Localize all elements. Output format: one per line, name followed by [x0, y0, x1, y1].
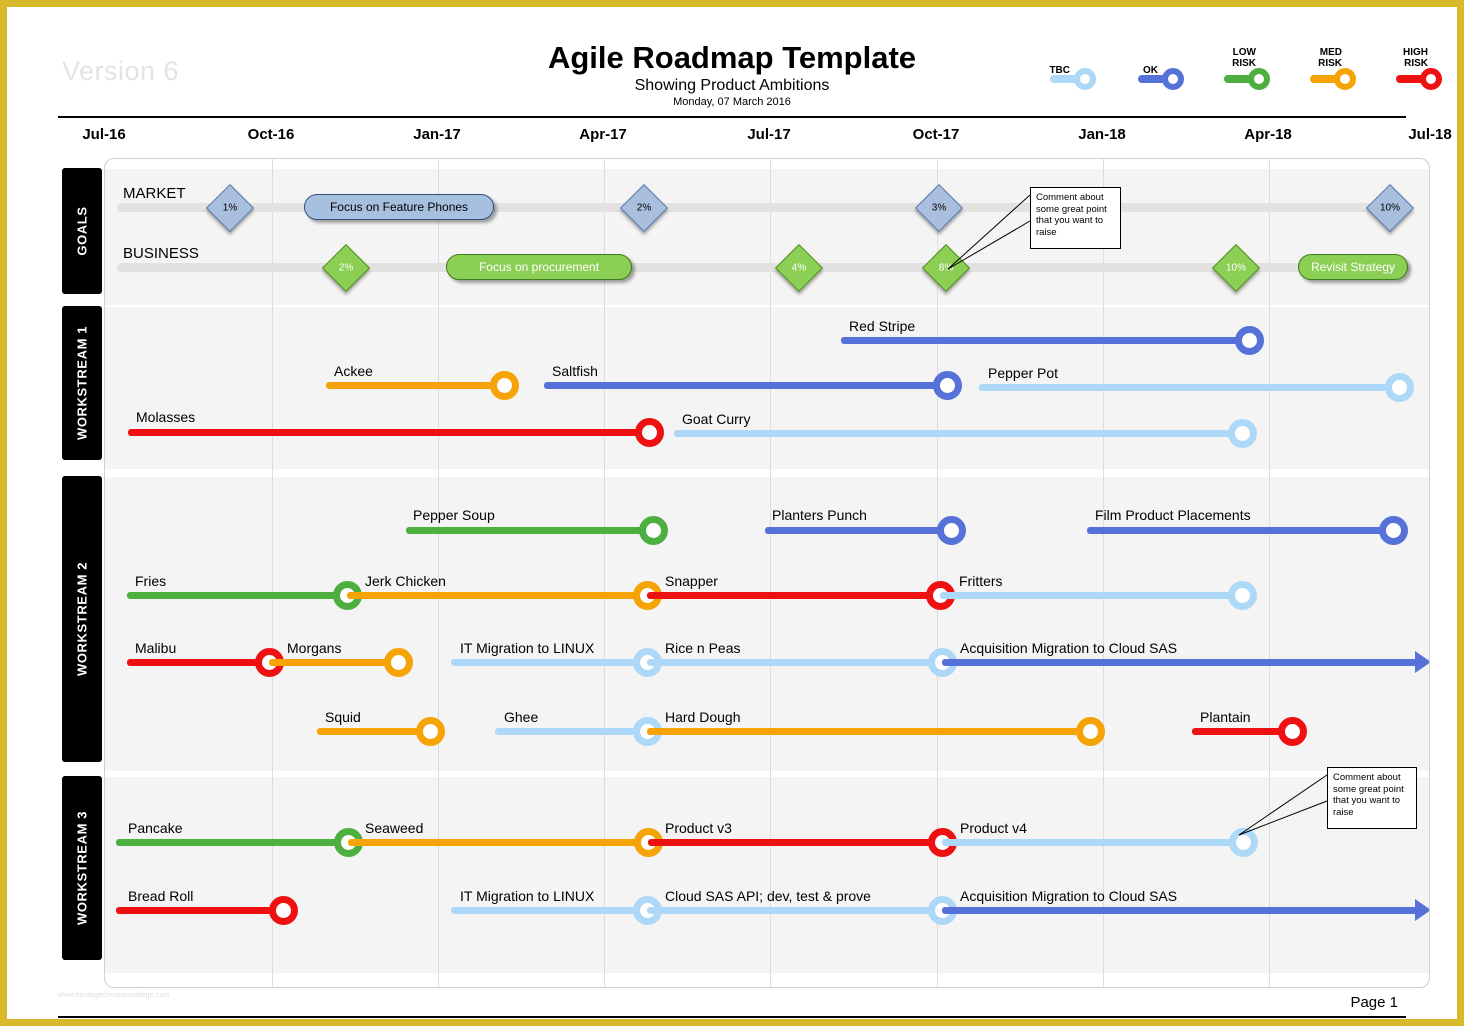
swimlane-label: WORKSTREAM 1	[74, 325, 90, 441]
risk-legend: TBC OK LOW RISK MED RISK HIGH RISK	[1028, 44, 1448, 100]
roadmap-page: Version 6 Agile Roadmap Template Showing…	[0, 0, 1464, 1026]
swimlane-tab-workstream-2: WORKSTREAM 2	[62, 476, 102, 762]
axis-tick-apr-17: Apr-17	[579, 126, 627, 143]
swimlane-tab-workstream-3: WORKSTREAM 3	[62, 776, 102, 960]
legend-ring-icon	[1334, 68, 1356, 90]
legend-item-med-risk: MED RISK	[1310, 47, 1362, 90]
legend-ring-icon	[1162, 68, 1184, 90]
legend-ring-icon	[1420, 68, 1442, 90]
axis-tick-jul-16: Jul-16	[82, 126, 126, 143]
legend-ring-icon	[1074, 68, 1096, 90]
legend-item-tbc: TBC	[1049, 65, 1102, 90]
axis-tick-oct-17: Oct-17	[912, 126, 960, 143]
legend-ring-icon	[1248, 68, 1270, 90]
axis-tick-oct-16: Oct-16	[247, 126, 295, 143]
legend-label: MED RISK	[1318, 47, 1342, 69]
page-inner-border: Version 6 Agile Roadmap Template Showing…	[14, 14, 1452, 1018]
legend-label: OK	[1143, 65, 1158, 76]
watermark: www.heritagechristiancollege.com	[58, 992, 170, 999]
swimlane-label: WORKSTREAM 2	[74, 561, 90, 677]
comment-callout: Comment about some great point that you …	[1327, 767, 1417, 829]
header-divider	[58, 116, 1406, 118]
legend-label: LOW RISK	[1232, 47, 1256, 69]
page-number: Page 1	[1350, 994, 1398, 1011]
legend-item-ok: OK	[1138, 65, 1190, 90]
axis-tick-apr-18: Apr-18	[1244, 126, 1292, 143]
axis-tick-jul-17: Jul-17	[747, 126, 791, 143]
roadmap-canvas: MARKET 1% 2% 3% 10% Focus on Feature Phones BU…	[104, 158, 1430, 988]
timeline-axis: Jul-16 Oct-16 Jan-17 Apr-17 Jul-17 Oct-17 Jan-…	[16, 126, 1452, 150]
axis-tick-jul-18: Jul-18	[1408, 126, 1452, 143]
legend-item-high-risk: HIGH RISK	[1396, 47, 1448, 90]
swimlane-tab-workstream-1: WORKSTREAM 1	[62, 306, 102, 460]
legend-item-low-risk: LOW RISK	[1224, 47, 1276, 90]
legend-label: TBC	[1049, 65, 1070, 76]
swimlane-label: WORKSTREAM 3	[74, 810, 90, 926]
legend-label: HIGH RISK	[1403, 47, 1428, 69]
comment-leader-line	[1238, 774, 1328, 836]
swimlane-label: GOALS	[74, 206, 90, 256]
axis-tick-jan-17: Jan-17	[413, 126, 461, 143]
footer-divider	[58, 1016, 1406, 1018]
swimlane-tab-goals: GOALS	[62, 168, 102, 294]
axis-tick-jan-18: Jan-18	[1078, 126, 1126, 143]
